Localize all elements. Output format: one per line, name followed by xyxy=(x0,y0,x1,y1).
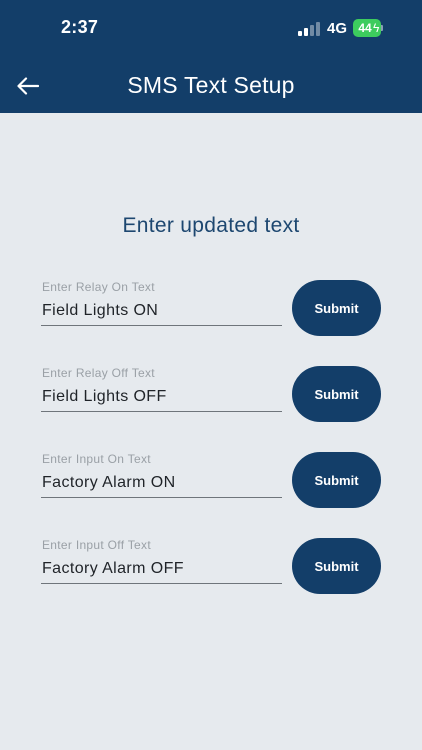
relay-on-submit-button[interactable]: Submit xyxy=(292,280,381,336)
signal-icon xyxy=(298,22,320,36)
page-title: SMS Text Setup xyxy=(127,72,295,98)
app-header: 2:37 4G 44 ϟ SMS Text Setup xyxy=(0,0,422,113)
input-off-row: Enter Input Off Text Submit xyxy=(41,538,381,594)
input-off-input[interactable] xyxy=(41,556,282,584)
input-off-submit-button[interactable]: Submit xyxy=(292,538,381,594)
relay-on-input[interactable] xyxy=(41,298,282,326)
status-time: 2:37 xyxy=(61,17,99,37)
relay-off-row: Enter Relay Off Text Submit xyxy=(41,366,381,422)
input-on-submit-button[interactable]: Submit xyxy=(292,452,381,508)
relay-on-field: Enter Relay On Text xyxy=(41,280,282,326)
battery-cap xyxy=(381,25,383,31)
input-on-label: Enter Input On Text xyxy=(42,452,151,466)
relay-off-input[interactable] xyxy=(41,384,282,412)
relay-on-row: Enter Relay On Text Submit xyxy=(41,280,381,336)
input-off-label: Enter Input Off Text xyxy=(42,538,151,552)
charging-bolt-icon: ϟ xyxy=(373,21,380,35)
relay-off-label: Enter Relay Off Text xyxy=(42,366,155,380)
network-type: 4G xyxy=(327,20,348,37)
input-on-row: Enter Input On Text Submit xyxy=(41,452,381,508)
relay-on-label: Enter Relay On Text xyxy=(42,280,155,294)
input-on-field: Enter Input On Text xyxy=(41,452,282,498)
status-bar: 2:37 4G 44 ϟ xyxy=(0,0,422,56)
input-on-input[interactable] xyxy=(41,470,282,498)
relay-off-submit-button[interactable]: Submit xyxy=(292,366,381,422)
section-heading: Enter updated text xyxy=(122,214,300,237)
relay-off-field: Enter Relay Off Text xyxy=(41,366,282,412)
battery-level: 44 xyxy=(358,21,372,35)
input-off-field: Enter Input Off Text xyxy=(41,538,282,584)
